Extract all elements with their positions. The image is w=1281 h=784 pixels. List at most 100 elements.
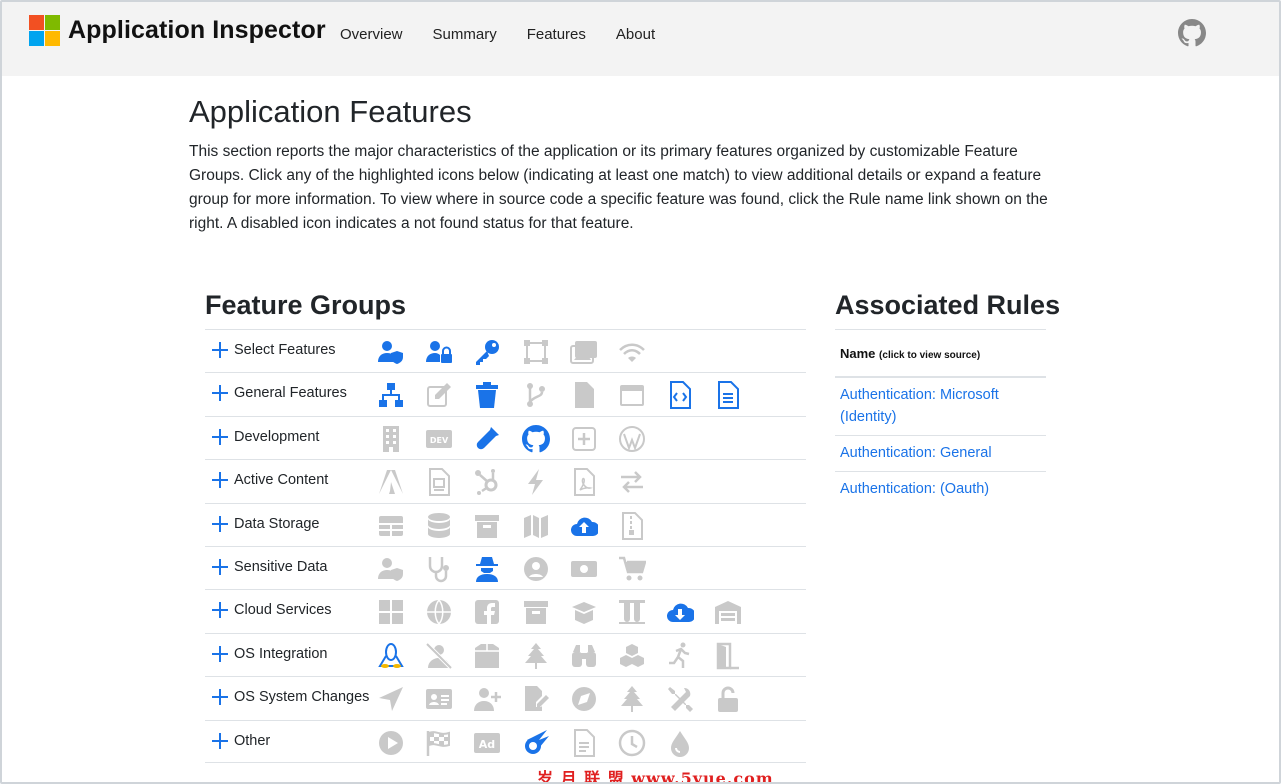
nav-links: Overview Summary Features About xyxy=(340,26,685,43)
file-zip-icon xyxy=(618,511,646,540)
microsoft-logo-icon xyxy=(29,15,60,46)
images-icon xyxy=(569,338,598,366)
vector-square-icon xyxy=(522,338,550,366)
feature-group-label[interactable]: Sensitive Data xyxy=(234,559,328,575)
nav-link-features[interactable]: Features xyxy=(527,26,586,43)
feature-group-row: OS System Changes xyxy=(205,676,806,719)
vials-icon xyxy=(618,598,646,626)
rules-header: Name (click to view source) xyxy=(835,329,1046,378)
file-pdf-icon xyxy=(570,468,598,497)
warehouse-icon xyxy=(714,598,742,626)
key-icon[interactable] xyxy=(473,338,501,366)
expand-plus-icon[interactable] xyxy=(212,558,228,575)
page-title: Application Features xyxy=(189,94,472,129)
cubes-icon xyxy=(618,642,646,670)
feature-group-label[interactable]: Active Content xyxy=(234,472,328,488)
nav-link-overview[interactable]: Overview xyxy=(340,26,403,43)
table-icon xyxy=(377,512,405,540)
adobe-icon xyxy=(377,468,405,496)
plus-square-icon xyxy=(570,425,598,453)
user-slash-icon xyxy=(425,642,453,670)
money-bill-icon xyxy=(570,555,598,583)
rules-header-hint: (click to view source) xyxy=(879,350,981,361)
feature-group-label[interactable]: Cloud Services xyxy=(234,602,332,618)
tree-icon xyxy=(522,642,550,670)
expand-plus-icon[interactable] xyxy=(212,385,228,402)
meteor-icon[interactable] xyxy=(522,729,550,757)
unlock-icon xyxy=(714,685,742,713)
associated-rules-title: Associated Rules xyxy=(835,290,1061,320)
expand-plus-icon[interactable] xyxy=(212,645,228,662)
feature-group-label[interactable]: General Features xyxy=(234,385,347,401)
file-lines-icon xyxy=(570,728,598,757)
box-icon xyxy=(473,642,501,670)
linux-icon[interactable] xyxy=(377,642,405,670)
database-icon xyxy=(425,512,453,540)
feature-group-label[interactable]: Data Storage xyxy=(234,516,319,532)
globe-icon xyxy=(425,598,453,626)
facebook-icon xyxy=(473,598,501,626)
shopping-cart-icon xyxy=(618,555,646,583)
rules-header-name: Name xyxy=(840,346,876,361)
user-secret-icon[interactable] xyxy=(473,555,501,583)
bolt-icon xyxy=(522,468,550,496)
door-open-icon xyxy=(714,642,742,670)
trash-icon[interactable] xyxy=(473,381,501,409)
stethoscope-icon xyxy=(425,555,453,583)
wifi-icon xyxy=(618,338,646,366)
cloud-download-icon[interactable] xyxy=(666,598,695,626)
expand-plus-icon[interactable] xyxy=(212,428,228,445)
feature-group-label[interactable]: OS System Changes xyxy=(234,689,369,705)
file-icon xyxy=(570,381,598,409)
browser-page: Application Inspector Overview Summary F… xyxy=(0,0,1281,784)
expand-plus-icon[interactable] xyxy=(212,515,228,532)
tree-icon xyxy=(618,685,646,713)
network-icon[interactable] xyxy=(377,381,405,409)
file-archive-icon xyxy=(425,468,453,497)
compass-icon xyxy=(570,685,598,713)
wordpress-icon xyxy=(618,425,646,453)
expand-plus-icon[interactable] xyxy=(212,472,228,489)
location-arrow-icon xyxy=(377,685,405,713)
user-shield-icon[interactable] xyxy=(377,338,405,366)
feature-group-label[interactable]: Development xyxy=(234,429,319,445)
feature-group-label[interactable]: Other xyxy=(234,733,270,749)
running-icon xyxy=(666,642,694,670)
expand-plus-icon[interactable] xyxy=(212,342,228,358)
map-icon xyxy=(522,512,550,540)
rule-link[interactable]: Authentication: Microsoft (Identity) xyxy=(835,378,1046,436)
intro-text: This section reports the major character… xyxy=(189,143,1048,232)
expand-plus-icon[interactable] xyxy=(212,602,228,619)
nav-link-about[interactable]: About xyxy=(616,26,655,43)
archive-icon xyxy=(473,512,501,540)
dev-icon: DEV xyxy=(425,425,453,453)
flag-checkered-icon xyxy=(425,729,453,757)
brand[interactable]: Application Inspector xyxy=(29,15,326,46)
github-icon[interactable] xyxy=(1178,19,1206,47)
file-signature-icon xyxy=(522,685,550,713)
rule-link[interactable]: Authentication: (Oauth) xyxy=(835,472,1046,507)
tint-icon xyxy=(666,729,694,757)
feature-group-label[interactable]: Select Features xyxy=(234,342,336,358)
ad-icon: Ad xyxy=(473,729,501,757)
user-plus-icon xyxy=(473,685,502,713)
associated-rules-table: Name (click to view source) Authenticati… xyxy=(835,329,1046,507)
brand-title: Application Inspector xyxy=(68,16,326,44)
feature-group-label[interactable]: OS Integration xyxy=(234,646,328,662)
feature-group-row: General Features xyxy=(205,372,806,415)
building-icon xyxy=(377,425,405,453)
rule-link[interactable]: Authentication: General xyxy=(835,436,1046,472)
vial-icon[interactable] xyxy=(473,425,501,453)
user-shield-icon xyxy=(377,555,405,583)
expand-plus-icon[interactable] xyxy=(212,689,228,706)
github-icon[interactable] xyxy=(521,424,550,453)
svg-text:DEV: DEV xyxy=(430,436,449,445)
feature-group-row: Other Ad xyxy=(205,719,806,763)
nav-link-summary[interactable]: Summary xyxy=(433,26,497,43)
user-lock-icon[interactable] xyxy=(425,338,453,366)
file-code-icon[interactable] xyxy=(666,381,694,410)
file-alt-icon[interactable] xyxy=(714,381,742,410)
expand-plus-icon[interactable] xyxy=(212,732,228,749)
cloud-upload-icon[interactable] xyxy=(570,512,598,540)
play-circle-icon xyxy=(377,729,405,757)
